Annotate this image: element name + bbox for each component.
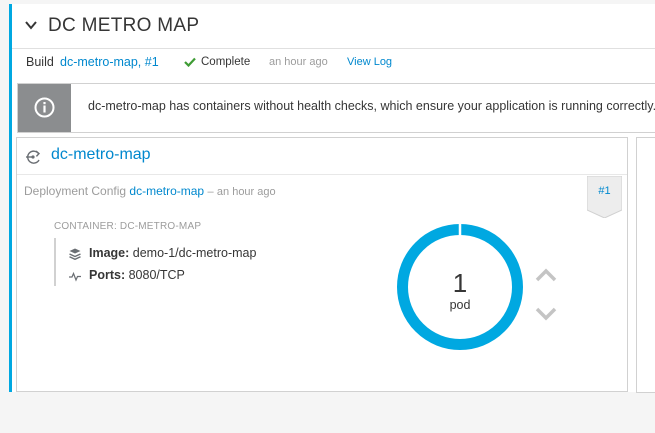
deployment-config-link[interactable]: dc-metro-map bbox=[129, 184, 204, 198]
container-spec: Image: demo-1/dc-metro-map Ports: 8080/T… bbox=[54, 238, 284, 286]
chevron-down-icon[interactable] bbox=[24, 18, 38, 32]
build-status: Complete bbox=[201, 56, 251, 68]
application-panel: DC METRO MAP Build dc-metro-map, #1 Comp… bbox=[9, 4, 655, 392]
deployment-title-row: dc-metro-map bbox=[17, 138, 627, 175]
check-icon bbox=[184, 57, 196, 67]
container-label: CONTAINER: DC-METRO-MAP bbox=[54, 221, 202, 232]
deployment-number-badge[interactable]: #1 bbox=[587, 176, 622, 218]
deployment-config-label: Deployment Config bbox=[24, 184, 127, 198]
deployment-config-meta: Deployment Config dc-metro-map – an hour… bbox=[24, 184, 276, 198]
alert-message: dc-metro-map has containers without heal… bbox=[88, 99, 655, 113]
ports-value: 8080/TCP bbox=[128, 268, 185, 282]
image-value: demo-1/dc-metro-map bbox=[132, 246, 257, 260]
chevron-up-icon[interactable] bbox=[535, 268, 557, 282]
health-check-alert: dc-metro-map has containers without heal… bbox=[17, 83, 655, 133]
pod-count: 1 bbox=[452, 268, 468, 298]
pod-label: pod bbox=[449, 298, 471, 312]
build-label: Build bbox=[26, 55, 54, 69]
deployment-separator: – bbox=[207, 186, 214, 198]
chevron-down-icon[interactable] bbox=[535, 307, 557, 321]
adjacent-panel bbox=[636, 137, 655, 393]
layers-icon bbox=[69, 248, 81, 260]
image-label: Image: bbox=[89, 246, 130, 260]
alert-icon-box bbox=[18, 84, 71, 132]
info-icon bbox=[34, 97, 55, 118]
pulse-icon bbox=[69, 271, 81, 282]
badge-shape bbox=[587, 176, 622, 218]
deployment-name-link[interactable]: dc-metro-map bbox=[51, 146, 151, 164]
app-header: DC METRO MAP bbox=[12, 4, 655, 49]
app-title: DC METRO MAP bbox=[48, 15, 200, 36]
view-log-link[interactable]: View Log bbox=[347, 56, 392, 68]
ports-label: Ports: bbox=[89, 268, 126, 282]
deployment-card: dc-metro-map Deployment Config dc-metro-… bbox=[16, 137, 628, 392]
build-time: an hour ago bbox=[269, 56, 328, 68]
deployment-time: an hour ago bbox=[216, 186, 276, 198]
deployment-rollout-icon bbox=[26, 150, 41, 164]
deployment-number-link[interactable]: #1 bbox=[587, 185, 622, 197]
build-link[interactable]: dc-metro-map, #1 bbox=[60, 55, 159, 69]
